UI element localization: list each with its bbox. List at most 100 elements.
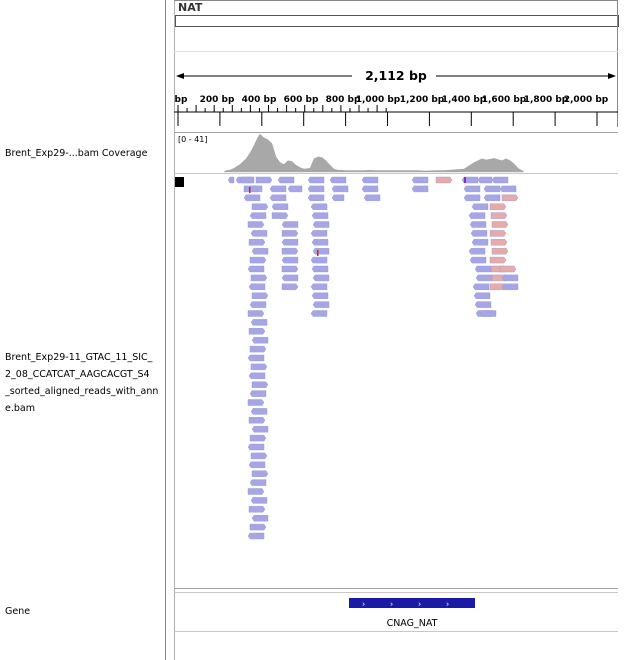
aligned-read[interactable] [249, 523, 267, 531]
aligned-read[interactable] [411, 185, 429, 193]
aligned-read[interactable] [250, 408, 268, 415]
aligned-read[interactable] [239, 176, 255, 184]
aligned-read[interactable] [491, 247, 509, 255]
aligned-read[interactable] [281, 283, 299, 291]
gene-track-name[interactable]: Gene [5, 603, 30, 620]
aligned-read[interactable] [249, 301, 267, 308]
aligned-read[interactable] [248, 328, 266, 335]
aligned-read[interactable] [251, 515, 269, 522]
aligned-read[interactable] [248, 239, 266, 246]
aligned-read[interactable] [473, 292, 491, 299]
aligned-read[interactable] [331, 185, 349, 193]
aligned-read[interactable] [310, 230, 328, 237]
aligned-read[interactable] [312, 301, 330, 308]
alignment-track-name[interactable]: Brent_Exp29-11_GTAC_11_SIC_ 2_08_CCATCAT… [5, 349, 158, 417]
aligned-read[interactable] [361, 185, 379, 193]
aligned-read[interactable] [411, 176, 429, 184]
aligned-read[interactable] [251, 470, 269, 477]
aligned-read[interactable] [249, 345, 267, 353]
aligned-read[interactable] [499, 265, 517, 273]
aligned-read[interactable] [310, 283, 328, 291]
aligned-read[interactable] [310, 310, 328, 317]
aligned-read[interactable] [250, 452, 268, 460]
aligned-read[interactable] [247, 399, 265, 406]
aligned-read[interactable] [249, 390, 267, 397]
aligned-read[interactable] [489, 230, 507, 237]
aligned-read[interactable] [311, 292, 329, 299]
aligned-read[interactable] [331, 194, 345, 201]
aligned-read[interactable] [501, 274, 519, 282]
aligned-read[interactable] [501, 194, 519, 201]
aligned-read[interactable] [472, 283, 490, 291]
aligned-read[interactable] [281, 239, 299, 246]
aligned-read[interactable] [281, 274, 299, 282]
aligned-read[interactable] [248, 506, 266, 513]
aligned-read[interactable] [491, 221, 509, 228]
aligned-read[interactable] [311, 212, 329, 219]
aligned-read[interactable] [243, 194, 261, 201]
coverage-track[interactable] [174, 133, 618, 173]
aligned-read[interactable] [475, 274, 493, 282]
aligned-read[interactable] [277, 176, 295, 184]
aligned-read[interactable] [269, 185, 287, 193]
aligned-read[interactable] [281, 265, 299, 273]
ruler[interactable]: bp 200 bp 400 bp 600 bp 800 bp 1,000 bp 1,200 … [174, 92, 618, 126]
aligned-read[interactable] [271, 203, 289, 210]
aligned-read[interactable] [483, 185, 501, 193]
aligned-read[interactable] [269, 194, 287, 201]
aligned-read[interactable] [248, 461, 266, 468]
coverage-track-name[interactable]: Brent_Exp29-...bam Coverage [5, 145, 147, 162]
aligned-read[interactable] [312, 274, 330, 282]
aligned-read[interactable] [250, 497, 268, 504]
aligned-read[interactable] [281, 230, 299, 237]
aligned-read[interactable] [469, 221, 487, 228]
aligned-read[interactable] [248, 417, 266, 424]
aligned-read[interactable] [363, 194, 381, 201]
aligned-read[interactable] [248, 372, 266, 380]
aligned-read[interactable] [489, 203, 507, 210]
aligned-read[interactable] [311, 265, 329, 273]
aligned-read[interactable] [468, 247, 486, 255]
aligned-read[interactable] [247, 221, 265, 228]
aligned-read[interactable] [271, 212, 289, 219]
aligned-read[interactable] [471, 203, 489, 210]
aligned-read[interactable] [489, 256, 507, 264]
aligned-read[interactable] [250, 274, 268, 282]
aligned-read[interactable] [249, 434, 267, 442]
aligned-read[interactable] [247, 488, 265, 495]
aligned-read[interactable] [329, 176, 347, 184]
aligned-read[interactable] [470, 230, 488, 237]
aligned-read[interactable] [249, 479, 267, 486]
aligned-read[interactable] [251, 425, 269, 433]
aligned-read[interactable] [479, 310, 497, 317]
aligned-read[interactable] [307, 185, 325, 193]
aligned-read[interactable] [247, 443, 265, 451]
aligned-read[interactable] [255, 176, 273, 184]
aligned-read[interactable] [251, 247, 269, 255]
aligned-read[interactable] [499, 185, 517, 193]
aligned-read[interactable] [227, 176, 235, 184]
aligned-read[interactable] [248, 283, 266, 291]
aligned-read[interactable] [310, 203, 328, 210]
aligned-read[interactable] [361, 176, 379, 184]
names-panel-divider[interactable] [165, 0, 166, 660]
aligned-read[interactable] [491, 176, 509, 184]
aligned-read[interactable] [474, 301, 492, 308]
aligned-read[interactable] [435, 176, 453, 184]
aligned-read[interactable] [477, 176, 493, 184]
aligned-read[interactable] [281, 221, 299, 228]
aligned-read[interactable] [469, 256, 487, 264]
aligned-read[interactable] [312, 247, 330, 255]
aligned-read[interactable] [247, 532, 265, 540]
aligned-read[interactable] [247, 310, 265, 317]
aligned-read[interactable] [247, 354, 265, 362]
alignment-track[interactable] [174, 174, 618, 588]
aligned-read[interactable] [311, 239, 329, 246]
aligned-read[interactable] [281, 256, 299, 264]
aligned-read[interactable] [250, 319, 268, 326]
aligned-read[interactable] [468, 212, 486, 219]
aligned-read[interactable] [247, 265, 265, 273]
gene-feature-cnag-nat[interactable]: › › › › [349, 598, 475, 609]
aligned-read[interactable] [251, 203, 269, 210]
aligned-read[interactable] [463, 194, 481, 201]
